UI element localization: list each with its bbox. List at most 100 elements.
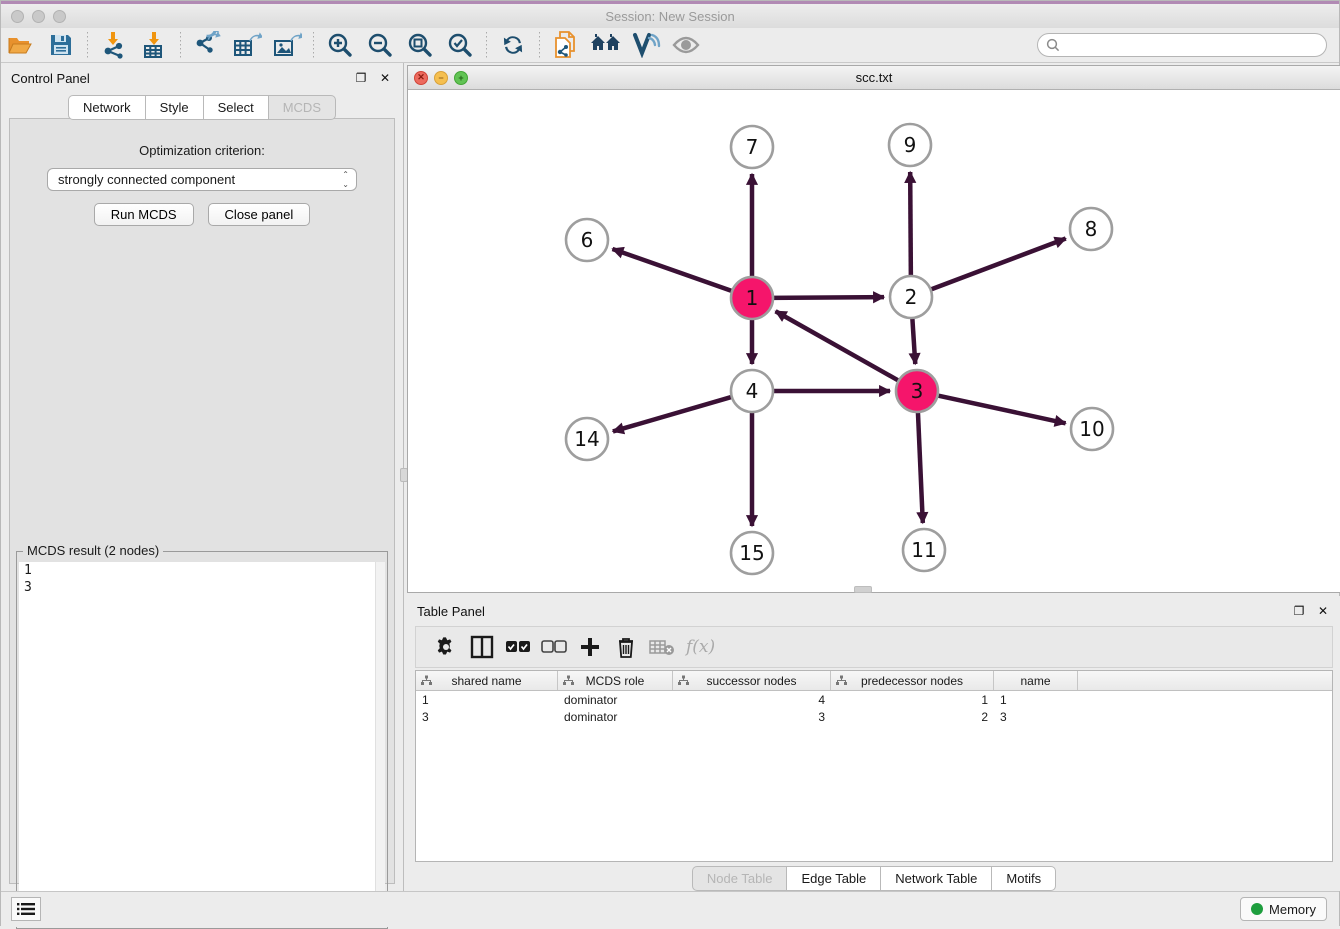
main-toolbar <box>1 28 1339 63</box>
svg-text:9: 9 <box>904 133 917 157</box>
svg-text:4: 4 <box>746 379 759 403</box>
svg-text:11: 11 <box>911 538 936 562</box>
tab-mcds[interactable]: MCDS <box>268 95 336 120</box>
close-panel-button[interactable]: Close panel <box>208 203 311 226</box>
open-file-icon[interactable] <box>4 30 38 60</box>
result-scrollbar[interactable] <box>375 562 385 926</box>
delete-column-trash-icon[interactable] <box>608 632 644 662</box>
memory-button[interactable]: Memory <box>1240 897 1327 921</box>
table-row[interactable]: 1dominator411 <box>416 691 1332 708</box>
toolbar-separator <box>539 32 540 58</box>
cyndex-icon[interactable] <box>629 30 663 60</box>
status-bar: Memory <box>1 891 1339 927</box>
clone-network-icon[interactable] <box>549 30 583 60</box>
optimization-criterion-label: Optimization criterion: <box>10 143 394 158</box>
graph-node-7[interactable]: 7 <box>731 126 773 168</box>
control-panel-header: Control Panel ❐ ✕ <box>1 63 403 93</box>
graph-edge-3-10[interactable] <box>936 395 1066 423</box>
column-header[interactable]: MCDS role <box>558 671 673 690</box>
tab-edge-table[interactable]: Edge Table <box>786 866 880 891</box>
table-row[interactable]: 3dominator323 <box>416 708 1332 725</box>
close-table-panel-icon[interactable]: ✕ <box>1315 603 1331 619</box>
graph-node-15[interactable]: 15 <box>731 532 773 574</box>
zoom-selected-icon[interactable] <box>443 30 477 60</box>
svg-text:15: 15 <box>739 541 764 565</box>
float-panel-icon[interactable]: ❐ <box>353 70 369 86</box>
graph-node-1[interactable]: 1 <box>731 277 773 319</box>
list-icon <box>17 902 35 916</box>
network-graph[interactable]: 7 9 6 8 1 2 4 3 14 10 15 11 <box>408 90 1340 591</box>
zoom-fit-icon[interactable] <box>403 30 437 60</box>
export-network-icon[interactable] <box>190 30 224 60</box>
save-session-icon[interactable] <box>44 30 78 60</box>
column-header[interactable]: successor nodes <box>673 671 831 690</box>
deselect-all-checkboxes-icon[interactable] <box>536 632 572 662</box>
graph-edge-2-9[interactable] <box>910 172 911 278</box>
graph-node-9[interactable]: 9 <box>889 124 931 166</box>
tab-network-table[interactable]: Network Table <box>880 866 991 891</box>
export-table-icon[interactable] <box>230 30 264 60</box>
mcds-result-textarea[interactable]: 1 3 <box>19 562 385 926</box>
import-network-icon[interactable] <box>97 30 131 60</box>
export-image-icon[interactable] <box>270 30 304 60</box>
graph-edge-2-3[interactable] <box>912 316 915 364</box>
table-cell: dominator <box>558 710 673 724</box>
run-mcds-button[interactable]: Run MCDS <box>94 203 194 226</box>
graph-edge-4-14[interactable] <box>613 396 734 431</box>
graph-edge-3-1[interactable] <box>776 311 901 381</box>
criterion-dropdown[interactable]: strongly connected component ⌃⌄ <box>47 168 357 191</box>
toolbar-separator <box>180 32 181 58</box>
home-legacy-icon[interactable] <box>589 30 623 60</box>
task-history-button[interactable] <box>11 897 41 921</box>
application-window: Session: New Session <box>0 0 1340 926</box>
tab-select[interactable]: Select <box>203 95 268 120</box>
mcds-result-group: MCDS result (2 nodes) 1 3 <box>16 551 388 929</box>
refresh-icon[interactable] <box>496 30 530 60</box>
table-cell: 1 <box>416 693 558 707</box>
toolbar-separator <box>87 32 88 58</box>
zoom-in-icon[interactable] <box>323 30 357 60</box>
tab-style[interactable]: Style <box>145 95 203 120</box>
graph-node-11[interactable]: 11 <box>903 529 945 571</box>
graph-node-8[interactable]: 8 <box>1070 208 1112 250</box>
column-header[interactable]: shared name <box>416 671 558 690</box>
close-panel-icon[interactable]: ✕ <box>377 70 393 86</box>
graph-edge-2-8[interactable] <box>929 239 1066 291</box>
select-all-checkboxes-icon[interactable] <box>500 632 536 662</box>
search-input[interactable] <box>1065 38 1326 52</box>
table-settings-gear-icon[interactable] <box>428 632 464 662</box>
graph-node-4[interactable]: 4 <box>731 370 773 412</box>
table-header-row: shared nameMCDS rolesuccessor nodesprede… <box>416 671 1332 691</box>
graph-node-6[interactable]: 6 <box>566 219 608 261</box>
graph-edge-1-2[interactable] <box>771 297 884 298</box>
show-columns-icon[interactable] <box>464 632 500 662</box>
graph-node-14[interactable]: 14 <box>566 418 608 460</box>
graph-node-10[interactable]: 10 <box>1071 408 1113 450</box>
chevron-updown-icon: ⌃⌄ <box>342 170 349 190</box>
search-box[interactable] <box>1037 33 1327 57</box>
column-header[interactable]: name <box>994 671 1078 690</box>
graph-node-2[interactable]: 2 <box>890 276 932 318</box>
table-cell: 1 <box>831 693 994 707</box>
tab-network[interactable]: Network <box>68 95 145 120</box>
zoom-out-icon[interactable] <box>363 30 397 60</box>
eye-icon <box>669 30 703 60</box>
svg-text:2: 2 <box>905 285 918 309</box>
float-table-panel-icon[interactable]: ❐ <box>1291 603 1307 619</box>
graph-node-3[interactable]: 3 <box>896 370 938 412</box>
node-table[interactable]: shared nameMCDS rolesuccessor nodesprede… <box>415 670 1333 862</box>
column-header[interactable]: predecessor nodes <box>831 671 994 690</box>
toolbar-separator <box>486 32 487 58</box>
network-window-title: scc.txt <box>408 70 1340 85</box>
add-column-icon[interactable] <box>572 632 608 662</box>
graph-edge-3-11[interactable] <box>918 410 923 523</box>
tab-node-table[interactable]: Node Table <box>692 866 787 891</box>
canvas-resize-grip[interactable] <box>854 586 872 593</box>
graph-edge-1-6[interactable] <box>612 249 734 292</box>
network-canvas[interactable]: 7 9 6 8 1 2 4 3 14 10 15 11 <box>408 90 1340 591</box>
svg-text:10: 10 <box>1079 417 1104 441</box>
table-panel-title: Table Panel <box>417 604 485 619</box>
table-cell: 3 <box>416 710 558 724</box>
tab-motifs[interactable]: Motifs <box>991 866 1056 891</box>
import-table-icon[interactable] <box>137 30 171 60</box>
